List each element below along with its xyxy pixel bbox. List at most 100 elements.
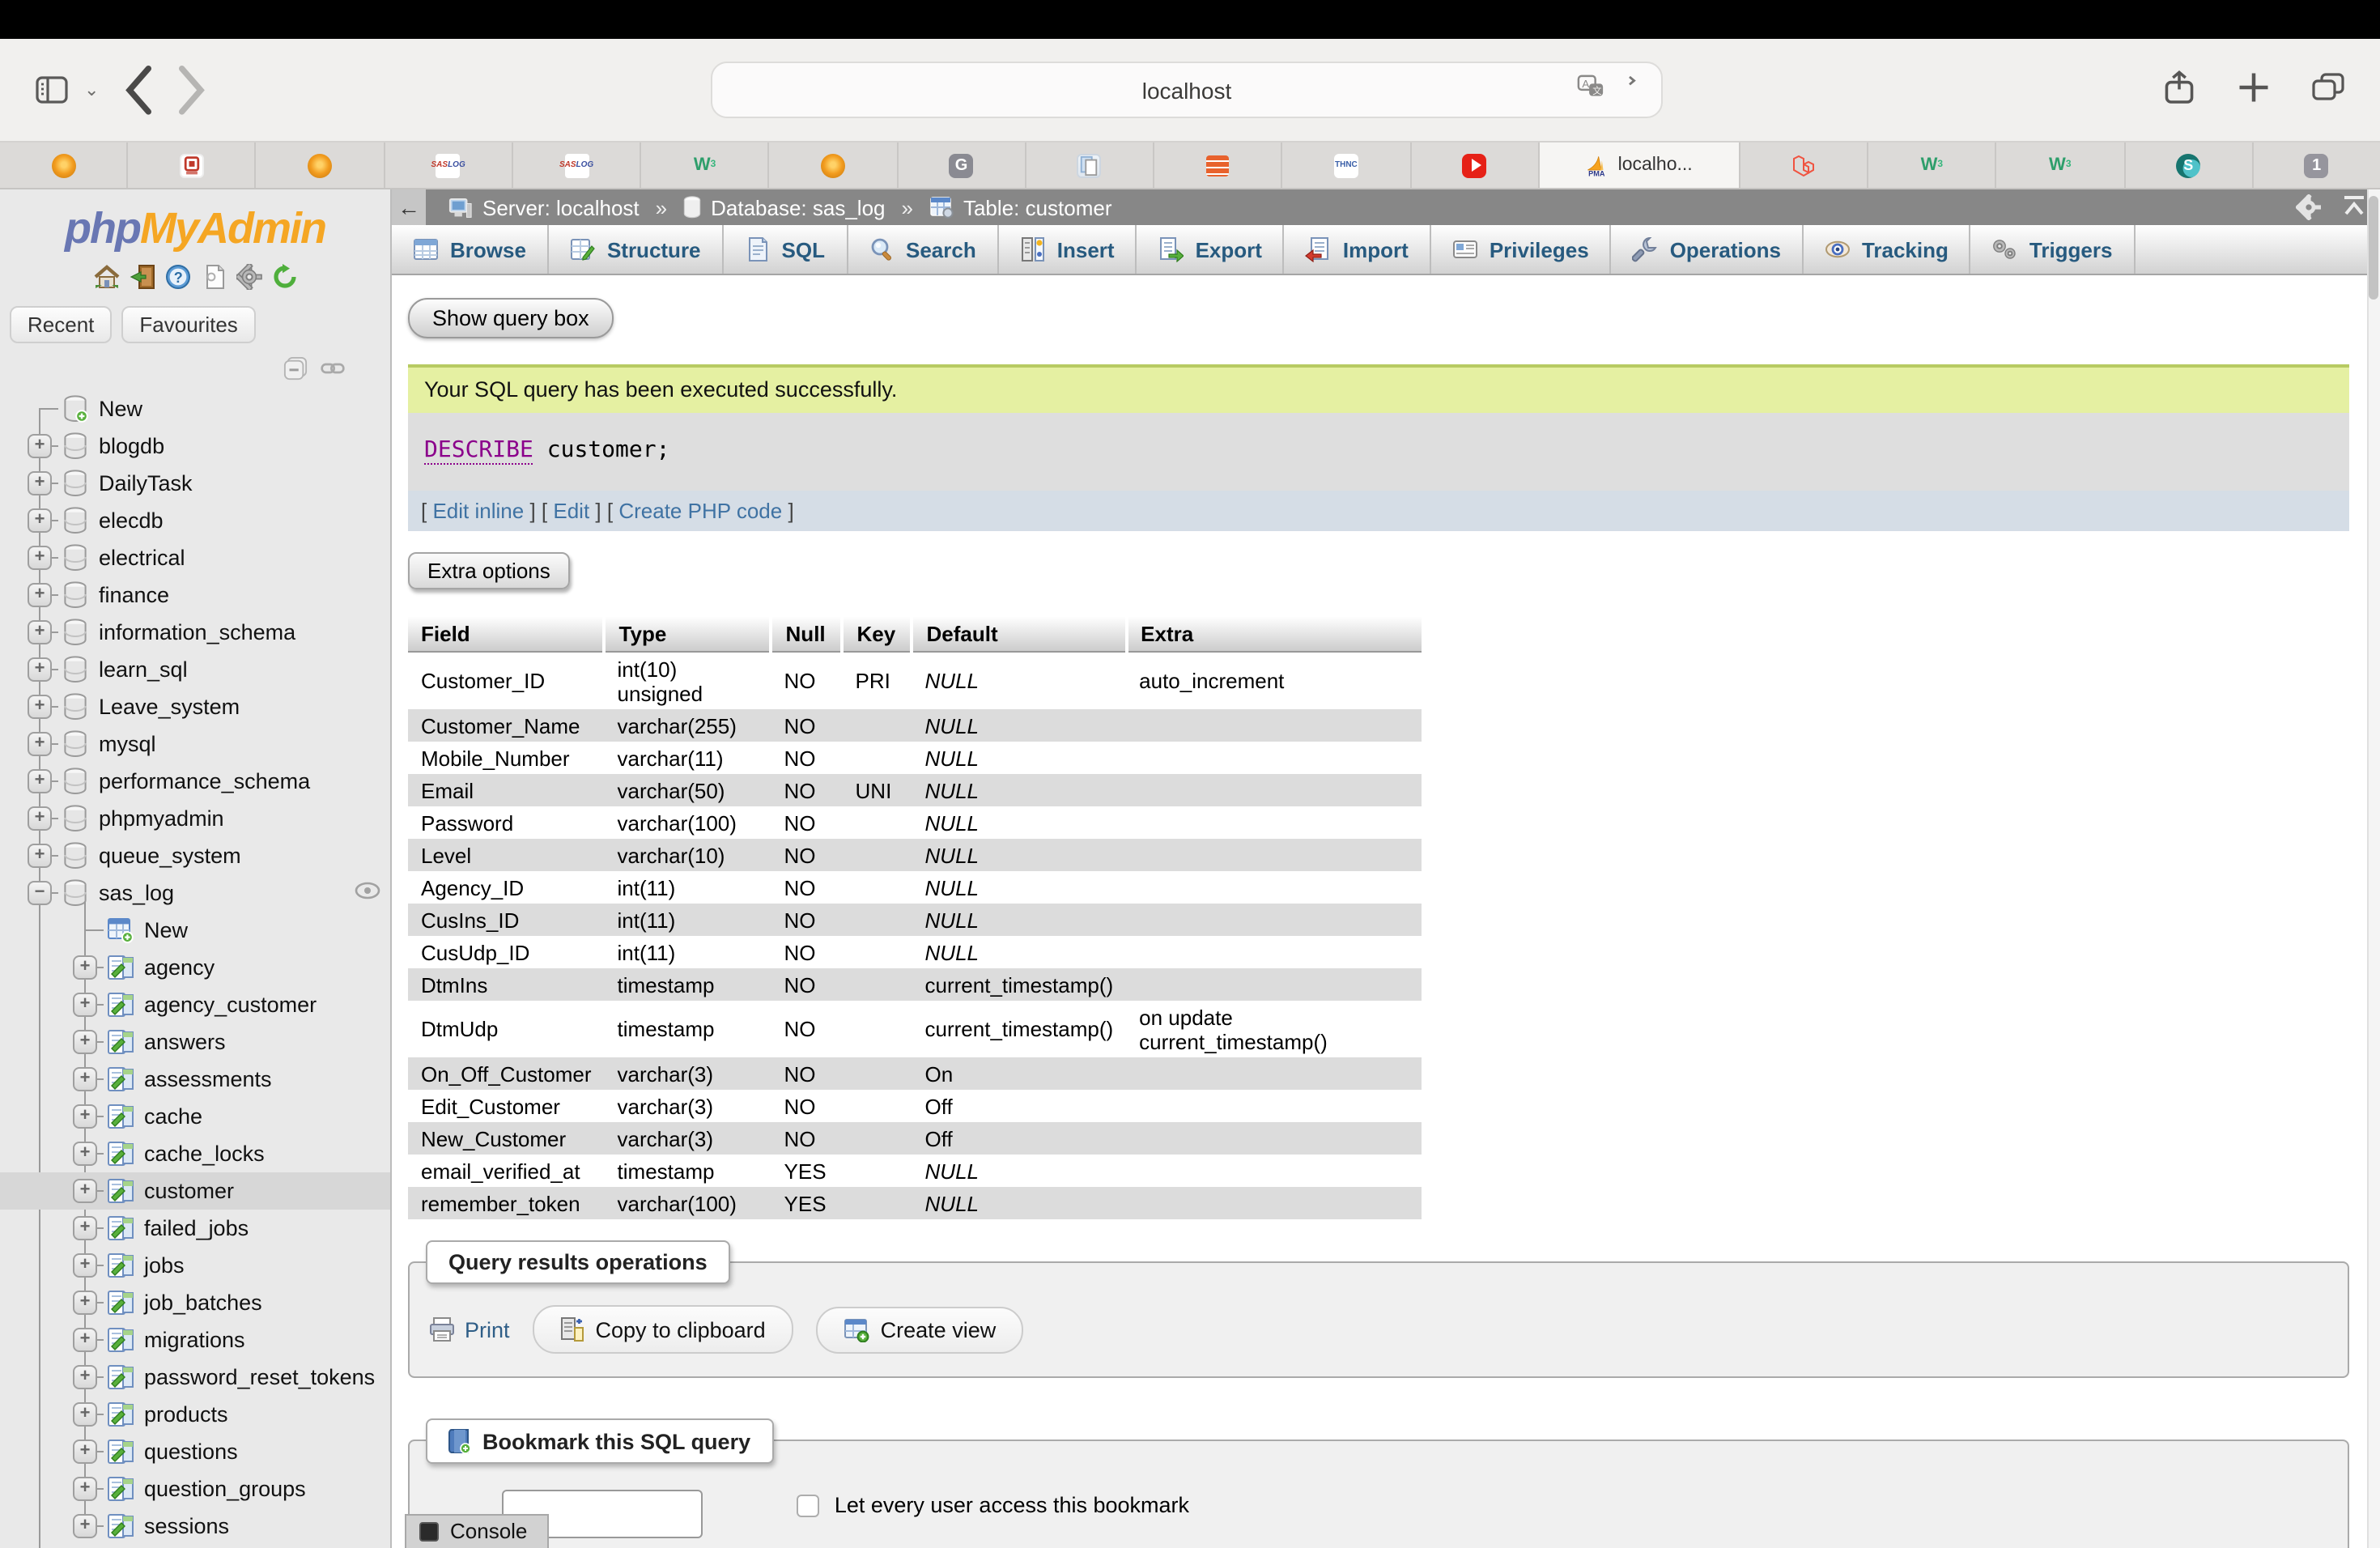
breadcrumb-back-button[interactable]: ← <box>392 189 426 225</box>
expand-icon[interactable]: + <box>28 583 52 607</box>
query-link-edit[interactable]: Edit <box>553 499 589 523</box>
refresh-icon[interactable] <box>271 264 297 290</box>
extra-options-button[interactable]: Extra options <box>408 552 570 589</box>
exit-icon[interactable] <box>129 264 155 290</box>
tree-item-migrations[interactable]: +migrations <box>0 1321 390 1359</box>
browser-tab-14[interactable]: W3 <box>1867 142 1995 188</box>
nav-tab-privileges[interactable]: Privileges <box>1431 225 1612 274</box>
browser-tab-active[interactable]: PMAlocalho... <box>1538 142 1739 188</box>
expand-icon[interactable]: + <box>73 1402 97 1427</box>
nav-tab-search[interactable]: Search <box>848 225 999 274</box>
browser-tab-15[interactable]: W3 <box>1995 142 2123 188</box>
page-scrollbar[interactable] <box>2367 189 2380 1548</box>
tree-item-failed_jobs[interactable]: +failed_jobs <box>0 1210 390 1247</box>
translate-icon[interactable]: A文 <box>1577 75 1604 100</box>
expand-icon[interactable]: + <box>28 434 52 458</box>
tree-item-queue_system[interactable]: +queue_system <box>0 837 390 874</box>
expand-icon[interactable]: + <box>73 1067 97 1091</box>
tree-item-customer[interactable]: +customer <box>0 1172 390 1210</box>
expand-icon[interactable]: + <box>28 769 52 793</box>
tree-item-questions[interactable]: +questions <box>0 1433 390 1470</box>
tree-item-new[interactable]: New <box>0 390 390 427</box>
nav-tab-insert[interactable]: Insert <box>999 225 1137 274</box>
scrollbar-thumb[interactable] <box>2369 196 2378 300</box>
tree-item-cache[interactable]: +cache <box>0 1098 390 1135</box>
tree-item-agency[interactable]: +agency <box>0 949 390 986</box>
copy-to-clipboard-button[interactable]: Copy to clipboard <box>533 1305 793 1354</box>
nav-tab-export[interactable]: Export <box>1137 225 1285 274</box>
expand-icon[interactable]: + <box>28 471 52 495</box>
browser-tab-5[interactable]: W3 <box>640 142 767 188</box>
tree-item-dailytask[interactable]: +DailyTask <box>0 465 390 502</box>
tree-item-electrical[interactable]: +electrical <box>0 539 390 576</box>
tree-item-cache_locks[interactable]: +cache_locks <box>0 1135 390 1172</box>
tree-item-agency_customer[interactable]: +agency_customer <box>0 986 390 1023</box>
expand-icon[interactable]: + <box>73 1291 97 1315</box>
browser-tab-0[interactable] <box>0 142 126 188</box>
expand-icon[interactable]: + <box>28 844 52 868</box>
expand-icon[interactable]: + <box>28 695 52 719</box>
create-view-button[interactable]: Create view <box>816 1306 1024 1353</box>
expand-icon[interactable]: + <box>73 1030 97 1054</box>
print-button[interactable]: Print <box>429 1316 510 1342</box>
new-tab-icon[interactable] <box>2238 71 2270 104</box>
nav-tab-triggers[interactable]: Triggers <box>1971 225 2136 274</box>
expand-icon[interactable]: + <box>73 1477 97 1501</box>
expand-icon[interactable]: + <box>28 806 52 831</box>
tree-item-products[interactable]: +products <box>0 1396 390 1433</box>
expand-icon[interactable]: + <box>73 1216 97 1240</box>
url-bar[interactable]: localhost A文 <box>711 62 1663 118</box>
expand-icon[interactable]: + <box>28 657 52 682</box>
expand-icon[interactable]: + <box>28 620 52 644</box>
show-query-box-button[interactable]: Show query box <box>408 298 614 338</box>
forward-button[interactable] <box>176 74 209 106</box>
bookmark-access-checkbox[interactable] <box>797 1494 820 1516</box>
help-icon[interactable]: ? <box>164 264 190 290</box>
reload-icon[interactable] <box>1617 74 1642 100</box>
back-button[interactable] <box>121 74 154 106</box>
tree-item-assessments[interactable]: +assessments <box>0 1061 390 1098</box>
expand-icon[interactable]: + <box>73 1142 97 1166</box>
link-panel-icon[interactable] <box>321 356 345 381</box>
browser-tab-13[interactable] <box>1739 142 1867 188</box>
tree-item-performance_schema[interactable]: +performance_schema <box>0 763 390 800</box>
tree-item-finance[interactable]: +finance <box>0 576 390 614</box>
expand-icon[interactable]: + <box>73 1179 97 1203</box>
query-link-edit-inline[interactable]: Edit inline <box>432 499 524 523</box>
query-link-create-php-code[interactable]: Create PHP code <box>618 499 782 523</box>
settings-gear-icon[interactable] <box>236 264 261 290</box>
share-icon[interactable] <box>2163 71 2195 104</box>
tree-item-phpmyadmin[interactable]: +phpmyadmin <box>0 800 390 837</box>
expand-icon[interactable]: + <box>73 993 97 1017</box>
browser-tab-8[interactable] <box>1025 142 1153 188</box>
browser-tab-16[interactable]: S <box>2123 142 2251 188</box>
tab-overview-icon[interactable] <box>2312 71 2344 104</box>
browser-tab-17[interactable]: 1 <box>2252 142 2380 188</box>
tree-item-blogdb[interactable]: +blogdb <box>0 427 390 465</box>
expand-icon[interactable]: + <box>73 1514 97 1538</box>
browser-tab-10[interactable]: THNC <box>1281 142 1409 188</box>
console-bar[interactable]: Console <box>405 1514 548 1548</box>
browser-tab-4[interactable]: SASLOG <box>512 142 640 188</box>
nav-tab-tracking[interactable]: Tracking <box>1804 225 1971 274</box>
browser-tab-9[interactable] <box>1153 142 1281 188</box>
tree-item-leave_system[interactable]: +Leave_system <box>0 688 390 725</box>
browser-tab-1[interactable] <box>126 142 254 188</box>
tree-item-job_batches[interactable]: +job_batches <box>0 1284 390 1321</box>
nav-tab-browse[interactable]: Browse <box>392 225 549 274</box>
sidebar-menu-chevron-icon[interactable]: ⌄ <box>84 79 99 100</box>
sidebar-toggle-icon[interactable] <box>36 74 68 106</box>
expand-icon[interactable]: + <box>73 1328 97 1352</box>
expand-icon[interactable]: + <box>73 955 97 980</box>
browser-tab-7[interactable]: G <box>896 142 1024 188</box>
browser-tab-11[interactable] <box>1409 142 1537 188</box>
breadcrumb-database[interactable]: Database: sas_log <box>683 195 885 219</box>
tree-item-answers[interactable]: +answers <box>0 1023 390 1061</box>
tree-item-jobs[interactable]: +jobs <box>0 1247 390 1284</box>
tree-item-mysql[interactable]: +mysql <box>0 725 390 763</box>
browser-tab-6[interactable] <box>768 142 896 188</box>
tree-item-new[interactable]: New <box>0 912 390 949</box>
expand-icon[interactable]: + <box>73 1365 97 1389</box>
expand-icon[interactable]: + <box>73 1253 97 1278</box>
expand-icon[interactable]: + <box>73 1104 97 1129</box>
